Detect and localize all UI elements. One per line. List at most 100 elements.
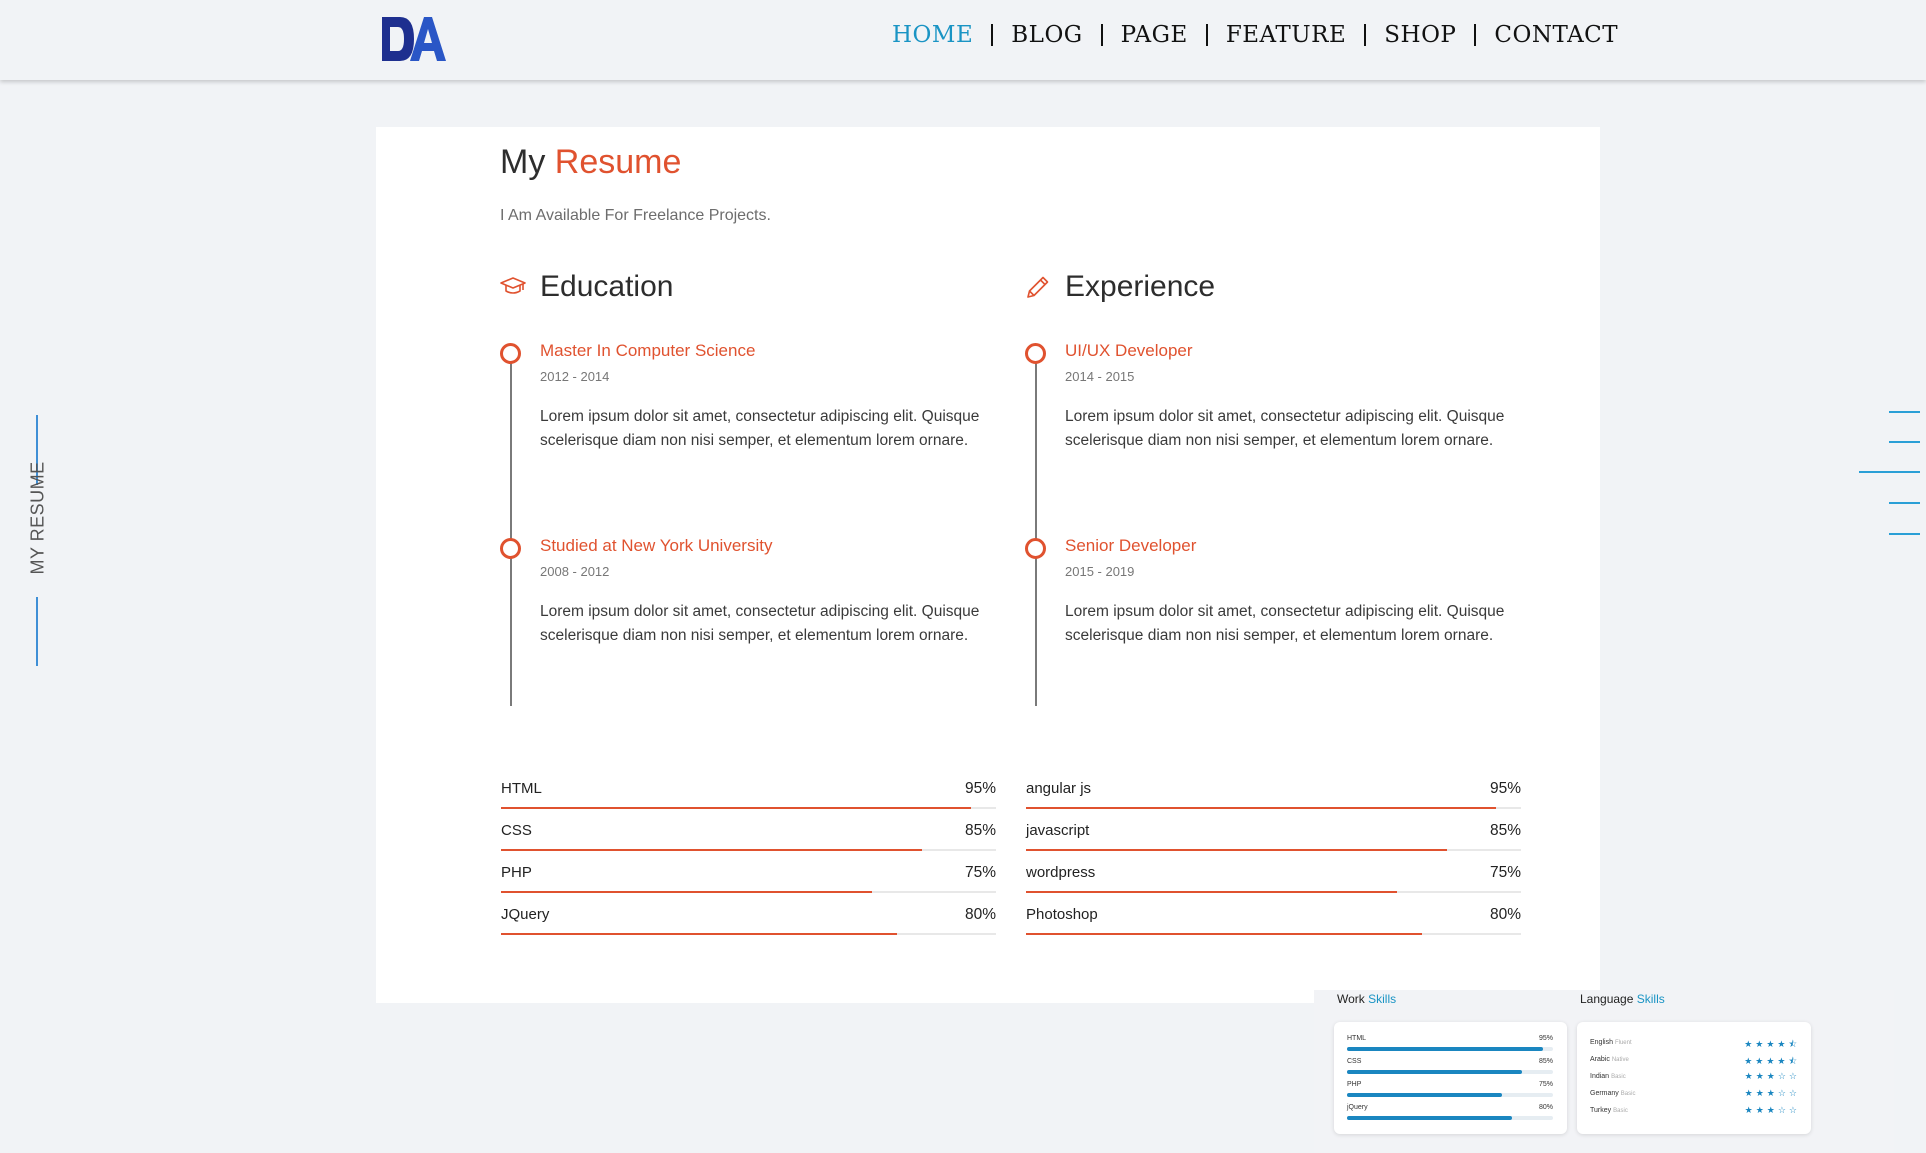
skill-bar: JQuery 80% <box>501 903 996 945</box>
timeline-title: Studied at New York University <box>540 536 773 555</box>
skill-bar: PHP 75% <box>501 861 996 903</box>
resume-card: My Resume I Am Available For Freelance P… <box>376 127 1600 1003</box>
mini-language-name: Indian <box>1590 1073 1610 1080</box>
mini-language-row: Turkey Basic ★★★☆☆ <box>1590 1105 1800 1124</box>
mini-skill-name: PHP <box>1347 1081 1362 1088</box>
mini-skill-name: CSS <box>1347 1058 1362 1065</box>
education-section: Education <box>500 267 1000 307</box>
menu-line <box>1889 411 1920 413</box>
graduation-cap-icon <box>500 277 526 294</box>
star-rating-icon: ★★★☆☆ <box>1744 1088 1800 1098</box>
skill-track <box>1026 933 1521 935</box>
star-rating-icon: ★★★★⯪ <box>1744 1039 1800 1049</box>
mini-skill-name: jQuery <box>1347 1104 1368 1111</box>
education-heading-label: Education <box>540 270 674 303</box>
skill-fill <box>1026 849 1447 851</box>
mini-skill-track <box>1347 1047 1553 1051</box>
main-nav: HOME BLOG PAGE FEATURE SHOP CONTACT <box>892 22 1618 48</box>
nav-divider <box>1205 24 1208 46</box>
work-skills-title: Work Skills <box>1337 992 1396 1006</box>
skill-track <box>1026 849 1521 851</box>
nav-shop[interactable]: SHOP <box>1384 22 1456 48</box>
mini-language-name: Arabic <box>1590 1056 1610 1063</box>
mini-language-level: Basic <box>1620 1091 1636 1097</box>
skill-track <box>501 807 996 809</box>
skill-fill <box>501 891 873 893</box>
timeline-dot <box>500 538 521 559</box>
skill-fill <box>501 933 897 935</box>
language-skills-title: Language Skills <box>1580 992 1665 1006</box>
skill-fill <box>501 849 922 851</box>
mini-skill-track <box>1347 1116 1553 1120</box>
mini-language-label: Arabic Native <box>1590 1056 1629 1063</box>
skill-track <box>501 933 996 935</box>
language-title-accent: Skills <box>1636 992 1665 1006</box>
mini-skill-fill <box>1347 1093 1502 1097</box>
mini-language-name: Turkey <box>1590 1107 1612 1114</box>
nav-divider <box>1474 24 1477 46</box>
mini-language-label: Indian Basic <box>1590 1073 1626 1080</box>
mini-skill-fill <box>1347 1070 1523 1074</box>
timeline-date: 2014 - 2015 <box>1065 369 1135 384</box>
experience-section: Experience <box>1025 267 1525 307</box>
timeline-date: 2012 - 2014 <box>540 369 610 384</box>
mini-skill-percent: 95% <box>1538 1035 1553 1042</box>
skill-percent: 75% <box>1489 864 1521 881</box>
skill-percent: 80% <box>964 906 996 923</box>
mini-skill-percent: 85% <box>1538 1058 1553 1065</box>
mini-language-label: Germany Basic <box>1590 1090 1635 1097</box>
work-title-plain: Work <box>1337 992 1365 1006</box>
title-plain: My <box>500 143 546 181</box>
skill-fill <box>1026 807 1497 809</box>
mini-skill-percent: 80% <box>1538 1104 1553 1111</box>
skill-track <box>501 891 996 893</box>
skill-name: javascript <box>1026 822 1090 839</box>
mini-skill-bar: HTML 95% <box>1347 1035 1553 1057</box>
mini-language-level: Basic <box>1611 1074 1626 1080</box>
skill-track <box>1026 891 1521 893</box>
logo-icon[interactable] <box>380 15 446 65</box>
skill-bar: HTML 95% <box>501 777 996 819</box>
nav-feature[interactable]: FEATURE <box>1226 22 1346 48</box>
timeline-title: Senior Developer <box>1065 536 1197 555</box>
skill-percent: 85% <box>1489 822 1521 839</box>
skill-bar: CSS 85% <box>501 819 996 861</box>
skill-name: angular js <box>1026 780 1092 797</box>
skill-percent: 80% <box>1489 906 1521 923</box>
skill-name: PHP <box>501 864 532 881</box>
nav-page[interactable]: PAGE <box>1121 22 1188 48</box>
nav-contact[interactable]: CONTACT <box>1494 22 1618 48</box>
timeline-dot <box>1025 343 1046 364</box>
skill-bar: Photoshop 80% <box>1026 903 1521 945</box>
skill-fill <box>501 807 972 809</box>
timeline-text: Lorem ipsum dolor sit amet, consectetur … <box>1065 408 1505 449</box>
skills-left: HTML 95% CSS 85% PHP 75% JQuery 80% <box>501 777 996 945</box>
mini-skill-bar: CSS 85% <box>1347 1058 1553 1080</box>
work-skills-card: HTML 95% CSS 85% PHP 75% jQuery 80% <box>1334 1022 1567 1134</box>
skill-percent: 95% <box>964 780 996 797</box>
menu-line <box>1889 502 1920 504</box>
mini-language-level: Native <box>1611 1057 1629 1063</box>
mini-language-name: Germany <box>1590 1090 1619 1097</box>
timeline-text: Lorem ipsum dolor sit amet, consectetur … <box>540 603 980 644</box>
skill-fill <box>1026 891 1398 893</box>
timeline-line <box>1035 359 1037 706</box>
mini-skill-track <box>1347 1093 1553 1097</box>
mini-language-name: English <box>1590 1039 1613 1046</box>
skill-bar: angular js 95% <box>1026 777 1521 819</box>
side-label-line-bottom <box>36 597 38 666</box>
side-label-my-resume[interactable]: MY RESUME <box>28 461 49 574</box>
skill-name: Photoshop <box>1026 906 1098 923</box>
nav-blog[interactable]: BLOG <box>1011 22 1082 48</box>
menu-line <box>1889 441 1920 443</box>
star-rating-icon: ★★★★⯪ <box>1744 1056 1800 1066</box>
page-title: My Resume <box>500 143 681 182</box>
skill-percent: 85% <box>964 822 996 839</box>
timeline-dot <box>1025 538 1046 559</box>
nav-home[interactable]: HOME <box>892 22 973 48</box>
mini-skill-bar: PHP 75% <box>1347 1081 1553 1103</box>
mini-skill-name: HTML <box>1347 1035 1367 1042</box>
mini-language-label: Turkey Basic <box>1590 1107 1628 1114</box>
mini-skill-percent: 75% <box>1538 1081 1553 1088</box>
skills-preview-thumbnail: Work Skills Language Skills HTML 95% CSS… <box>1314 990 1894 1153</box>
